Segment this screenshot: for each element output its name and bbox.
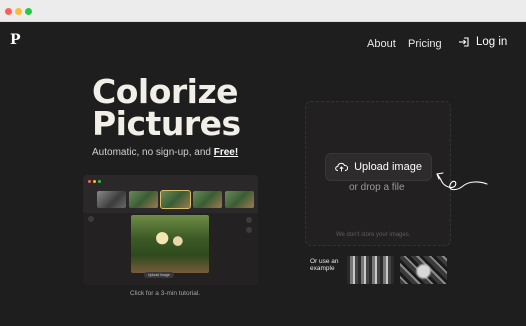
nav-about-link[interactable]: About bbox=[367, 38, 396, 50]
drop-file-hint: or drop a file bbox=[349, 182, 405, 193]
login-link[interactable]: Log in bbox=[458, 36, 507, 48]
tutorial-preview[interactable]: Upload Image bbox=[83, 175, 258, 285]
preview-thumbnail bbox=[97, 191, 126, 208]
hero-subtitle: Automatic, no sign-up, and Free! bbox=[92, 147, 238, 158]
nav-pricing-link[interactable]: Pricing bbox=[408, 38, 442, 50]
preview-thumbnail bbox=[225, 191, 254, 208]
page: P About Pricing Log in Colorize Pictures… bbox=[0, 22, 526, 326]
example-label-line1: Or use an bbox=[310, 258, 339, 265]
hero-subtitle-text: Automatic, no sign-up, and bbox=[92, 147, 214, 158]
example-image-2[interactable] bbox=[400, 256, 447, 284]
example-image-1[interactable] bbox=[347, 256, 394, 284]
preview-editor: Upload Image bbox=[83, 213, 258, 285]
hero-title-line2: Pictures bbox=[92, 104, 241, 143]
cloud-upload-icon bbox=[335, 162, 349, 172]
upload-image-label: Upload image bbox=[354, 161, 422, 173]
login-label: Log in bbox=[476, 36, 508, 48]
login-arrow-icon bbox=[459, 37, 469, 47]
preview-dot-yellow bbox=[93, 180, 96, 183]
preview-thumbnail bbox=[193, 191, 222, 208]
preview-dot-green bbox=[98, 180, 101, 183]
window-close-button[interactable] bbox=[5, 8, 12, 15]
preview-thumbnail-strip bbox=[97, 190, 257, 209]
logo[interactable]: P bbox=[10, 32, 21, 48]
window-minimize-button[interactable] bbox=[15, 8, 22, 15]
window-titlebar bbox=[0, 0, 526, 22]
preview-photo bbox=[131, 215, 209, 273]
window-maximize-button[interactable] bbox=[25, 8, 32, 15]
hand-drawn-arrow-icon bbox=[436, 172, 488, 191]
hero-title: Colorize Pictures bbox=[92, 75, 241, 143]
preview-menu-icon bbox=[88, 216, 94, 222]
example-label: Or use an example bbox=[310, 258, 339, 272]
preview-upload-chip: Upload Image bbox=[144, 272, 174, 278]
upload-image-button[interactable]: Upload image bbox=[326, 154, 431, 180]
preview-edit-icon bbox=[246, 227, 252, 233]
preview-settings-icon bbox=[246, 217, 252, 223]
preview-thumbnail-selected bbox=[160, 190, 191, 209]
tutorial-link[interactable]: Click for a 3-min tutorial. bbox=[130, 290, 200, 297]
hero-subtitle-free: Free! bbox=[213, 147, 239, 158]
privacy-note: We don't store your images. bbox=[336, 232, 411, 238]
preview-thumbnail bbox=[129, 191, 158, 208]
example-label-line2: example bbox=[310, 265, 335, 272]
preview-dot-red bbox=[88, 180, 91, 183]
